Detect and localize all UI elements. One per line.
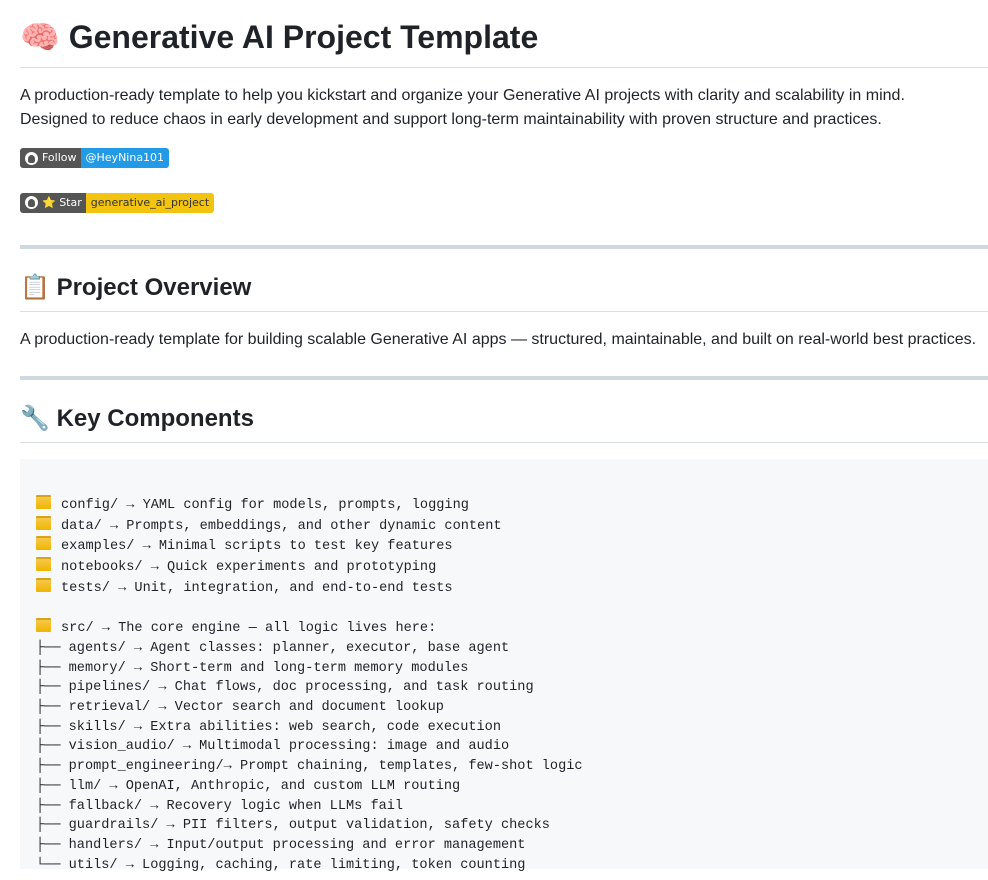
tree-line: ├── memory/ → Short-term and long-term m… (36, 660, 469, 676)
code-line: examples/ → Minimal scripts to test key … (36, 536, 972, 557)
star-badge[interactable]: ⭐ Star generative_ai_project (20, 192, 215, 213)
intro-line: A production-ready template to help you … (20, 87, 905, 104)
follow-badge[interactable]: Follow @HeyNina101 (20, 148, 170, 168)
readme: 🧠 Generative AI Project Template A produ… (0, 0, 988, 873)
tree-line: ├── guardrails/ → PII filters, output va… (36, 818, 550, 834)
tree-line: ├── pipelines/ → Chat flows, doc process… (36, 680, 534, 696)
code-line: config/ → YAML config for models, prompt… (36, 495, 972, 516)
clipboard-icon: 📋 (20, 274, 50, 301)
intro-line: Designed to reduce chaos in early develo… (20, 111, 882, 128)
components-heading: 🔧 Key Components (20, 404, 988, 443)
github-icon (25, 151, 38, 165)
tree-line: ├── fallback/ → Recovery logic when LLMs… (36, 798, 404, 814)
tree-line: ├── agents/ → Agent classes: planner, ex… (36, 640, 510, 656)
code-line: src/ → The core engine — all logic lives… (36, 618, 972, 639)
tree-line: ├── prompt_engineering/→ Prompt chaining… (36, 759, 583, 775)
folder-icon (36, 515, 51, 530)
code-line: data/ → Prompts, embeddings, and other d… (36, 515, 972, 537)
badge-label: ⭐ Star (42, 195, 82, 209)
tree-line: ├── llm/ → OpenAI, Anthropic, and custom… (36, 778, 461, 794)
folder-icon (36, 495, 51, 509)
heading-text: Project Overview (56, 274, 252, 301)
brain-icon: 🧠 (20, 19, 60, 55)
follow-badge-row: Follow @HeyNina101 (20, 148, 988, 170)
divider (20, 245, 988, 249)
folder-icon (36, 557, 51, 572)
folder-icon (36, 536, 51, 551)
page-title: 🧠 Generative AI Project Template (20, 0, 988, 68)
intro: A production-ready template to help you … (20, 84, 988, 132)
code-line: notebooks/ → Quick experiments and proto… (36, 557, 972, 578)
badge-label: Follow (42, 151, 77, 164)
divider (20, 376, 988, 380)
overview-heading: 📋 Project Overview (20, 273, 988, 312)
title-text: Generative AI Project Template (68, 19, 539, 55)
star-badge-row: ⭐ Star generative_ai_project (20, 192, 988, 215)
code-line: tests/ → Unit, integration, and end-to-e… (36, 577, 972, 599)
code-block: config/ → YAML config for models, prompt… (20, 459, 988, 873)
github-icon (25, 196, 38, 209)
tree-line: ├── retrieval/ → Vector search and docum… (36, 700, 444, 716)
badge-value: generative_ai_project (85, 192, 215, 213)
tree-line: ├── vision_audio/ → Multimodal processin… (36, 739, 510, 755)
tree-line: ├── skills/ → Extra abilities: web searc… (36, 719, 501, 735)
folder-icon (36, 618, 51, 633)
tree-line: ├── handlers/ → Input/output processing … (36, 837, 526, 853)
heading-text: Key Components (56, 405, 254, 432)
overview-text: A production-ready template for building… (20, 331, 977, 348)
badge-value: @HeyNina101 (80, 148, 170, 168)
folder-icon (36, 577, 51, 592)
wrench-icon: 🔧 (20, 405, 50, 432)
tree-line: └── utils/ → Logging, caching, rate limi… (36, 857, 526, 873)
